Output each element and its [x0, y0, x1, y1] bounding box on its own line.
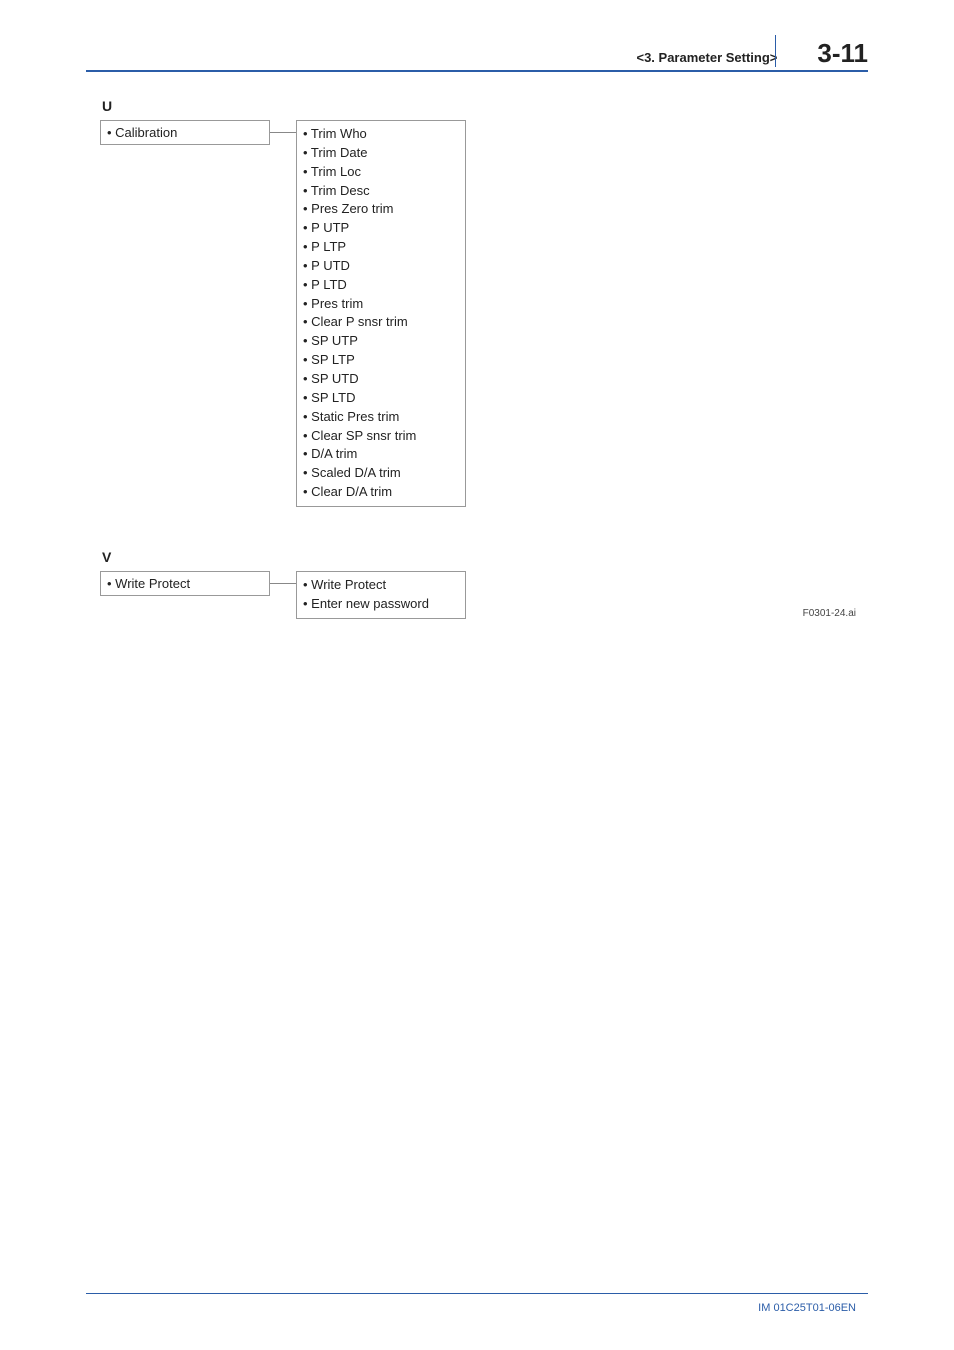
- list-item: • Static Pres trim: [303, 408, 459, 427]
- list-item: • P LTD: [303, 276, 459, 295]
- list-item: • Trim Loc: [303, 163, 459, 182]
- list-item: • SP LTD: [303, 389, 459, 408]
- list-item: • Write Protect: [303, 576, 459, 595]
- header-underline: [86, 70, 868, 72]
- write-protect-children: • Write Protect • Enter new password: [296, 571, 466, 619]
- list-item: • Clear SP snsr trim: [303, 427, 459, 446]
- list-item: • SP LTP: [303, 351, 459, 370]
- breadcrumb: <3. Parameter Setting>: [636, 50, 777, 65]
- figure-reference: F0301-24.ai: [803, 608, 856, 619]
- page-number: 3-11: [817, 38, 868, 69]
- footer-line: [86, 1293, 868, 1294]
- list-item: • Trim Desc: [303, 182, 459, 201]
- list-item: • Scaled D/A trim: [303, 464, 459, 483]
- list-item: • Pres trim: [303, 295, 459, 314]
- list-item: • Clear D/A trim: [303, 483, 459, 502]
- calibration-children: • Trim Who • Trim Date • Trim Loc • Trim…: [296, 120, 466, 507]
- header-separator: [775, 35, 776, 67]
- list-item: • P LTP: [303, 238, 459, 257]
- list-item: • SP UTD: [303, 370, 459, 389]
- list-item: • Trim Date: [303, 144, 459, 163]
- list-item: • Enter new password: [303, 595, 459, 614]
- list-item: • Clear P snsr trim: [303, 313, 459, 332]
- footer-doc-id: IM 01C25T01-06EN: [758, 1302, 856, 1314]
- list-item: • D/A trim: [303, 445, 459, 464]
- section-v-label: V: [102, 549, 466, 565]
- calibration-box: • Calibration: [100, 120, 270, 145]
- list-item: • P UTP: [303, 219, 459, 238]
- list-item: • Trim Who: [303, 125, 459, 144]
- list-item: • SP UTP: [303, 332, 459, 351]
- section-u-label: U: [102, 98, 466, 114]
- write-protect-box: • Write Protect: [100, 571, 270, 596]
- list-item: • Pres Zero trim: [303, 200, 459, 219]
- list-item: • P UTD: [303, 257, 459, 276]
